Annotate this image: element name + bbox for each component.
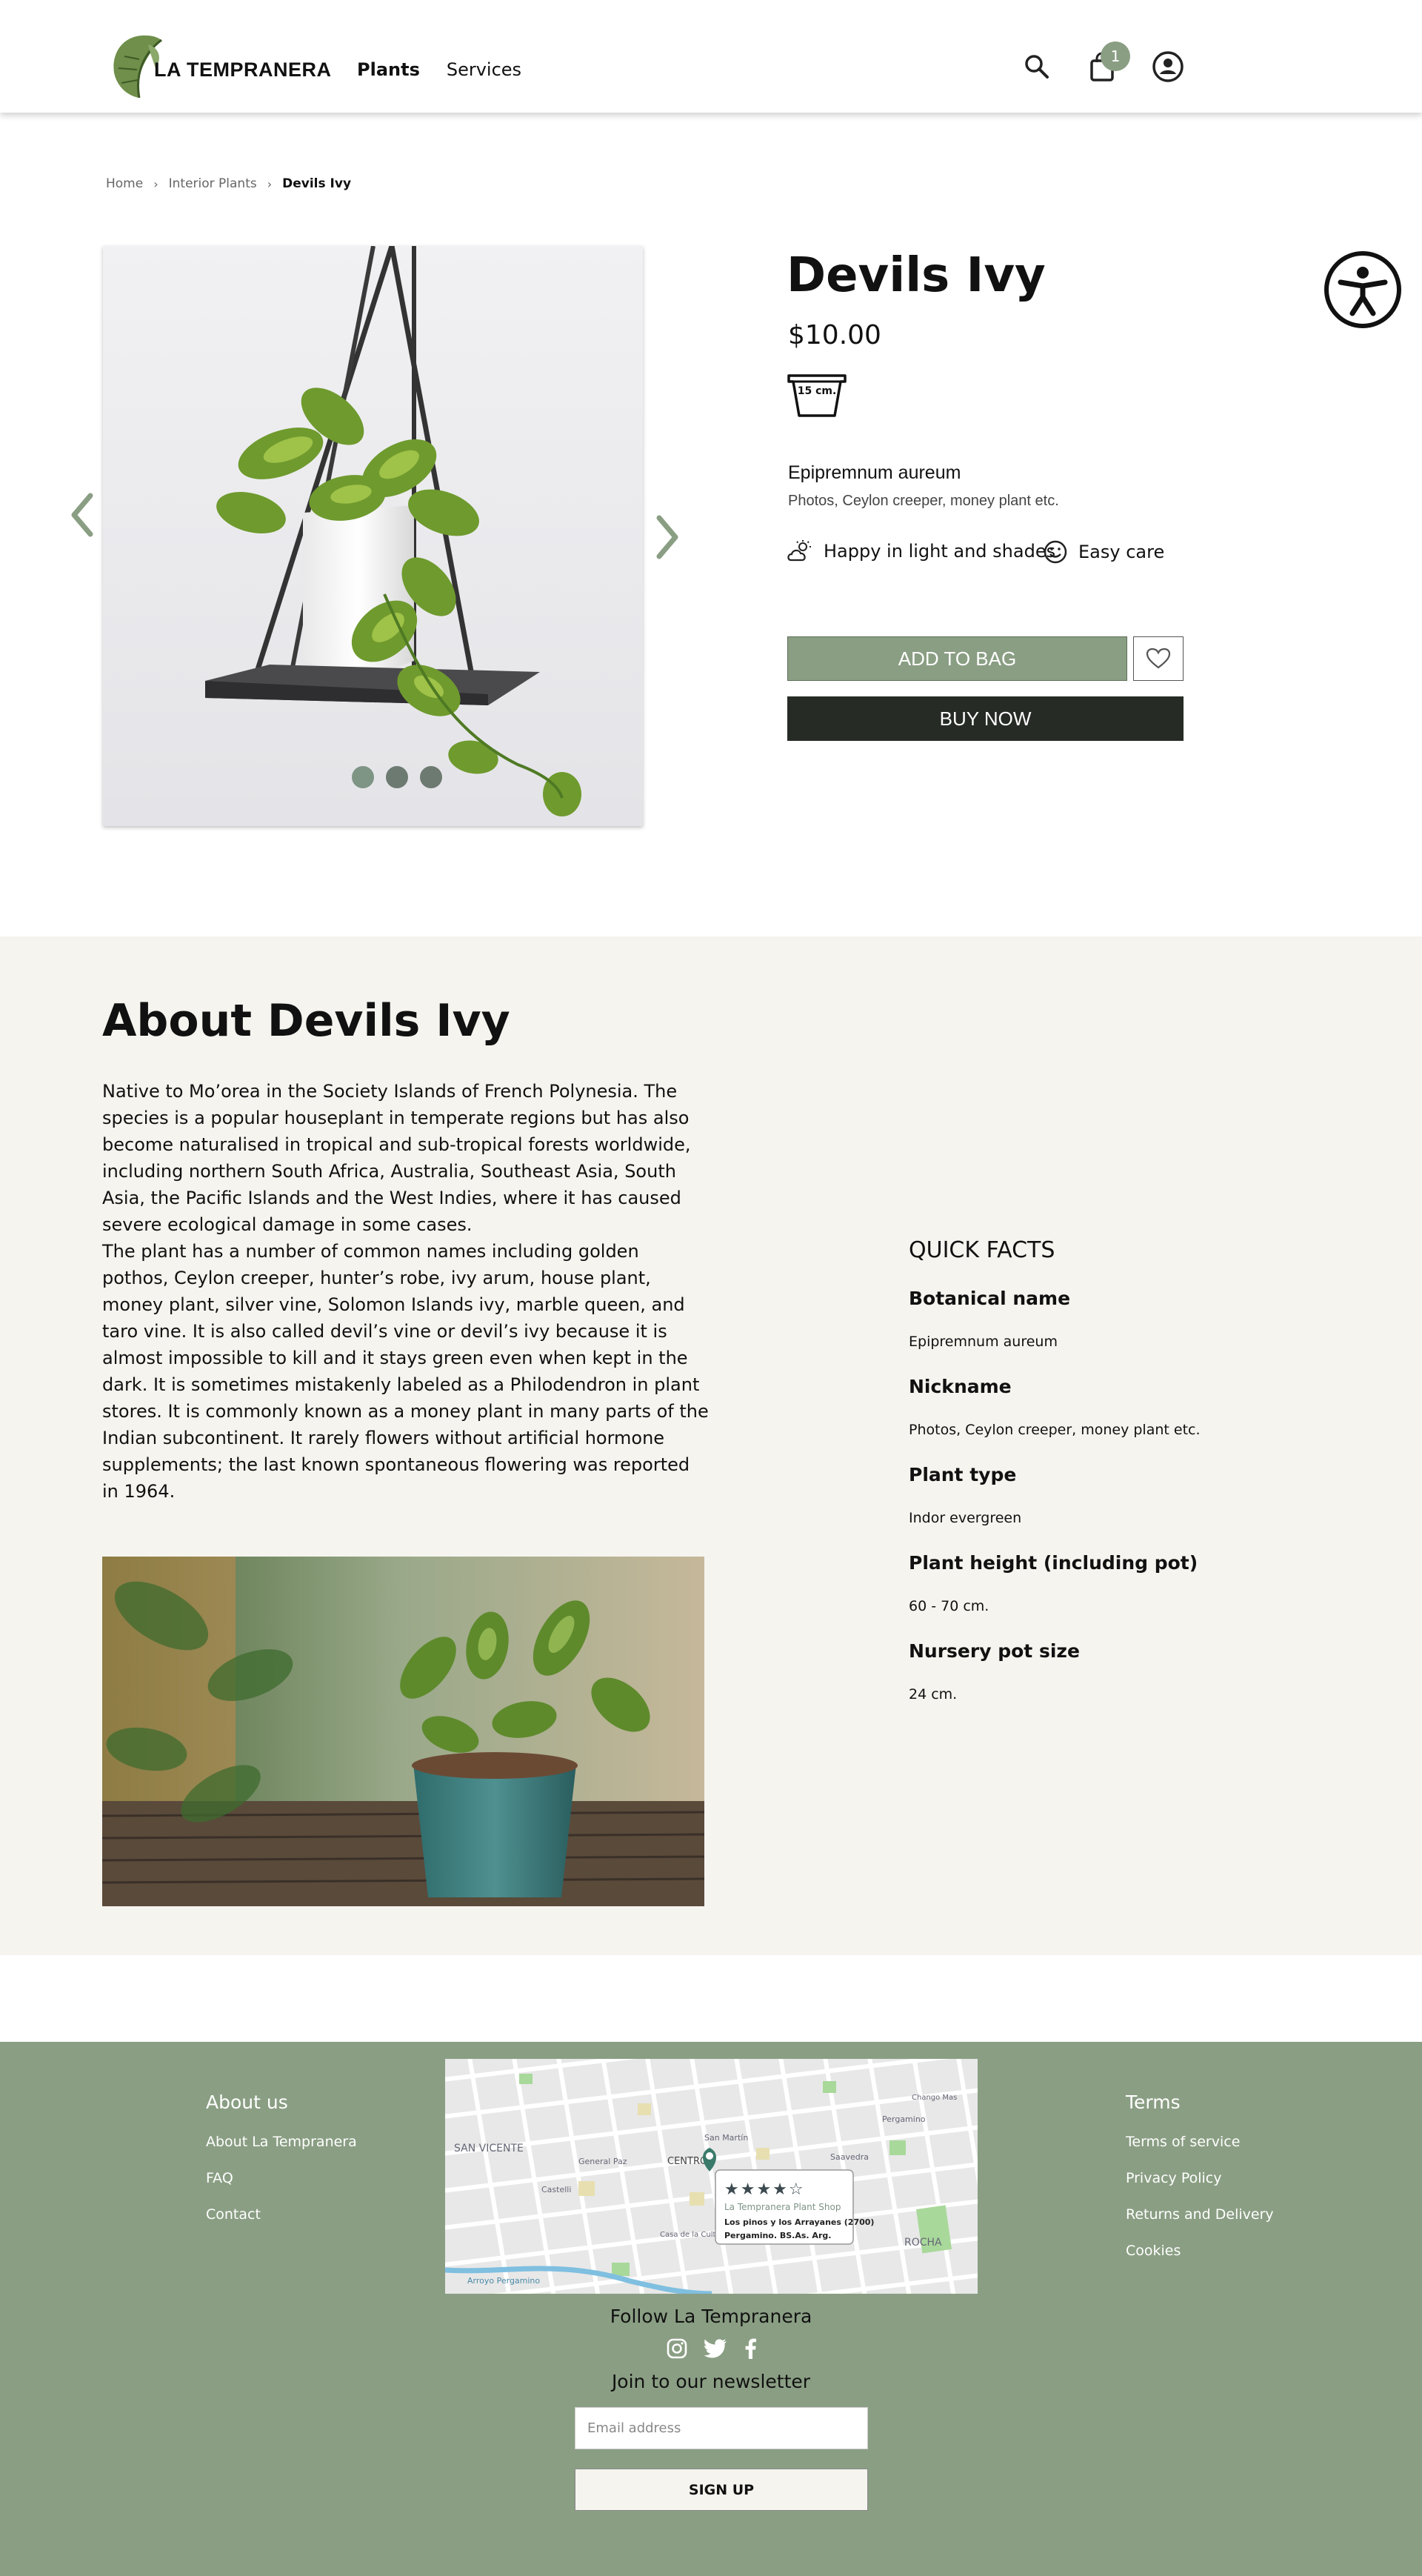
about-paragraph: The plant has a number of common names i…: [102, 1241, 709, 1502]
footer-link[interactable]: Cookies: [1126, 2243, 1181, 2259]
gallery-next-arrow-icon[interactable]: [652, 515, 681, 559]
scientific-name: Epipremnum aureum: [788, 462, 961, 483]
sign-up-button[interactable]: SIGN UP: [575, 2469, 868, 2511]
store-map[interactable]: SAN VICENTE CENTRO ROCHA San Martín Saav…: [445, 2059, 978, 2294]
footer-link[interactable]: Privacy Policy: [1126, 2170, 1221, 2186]
map-label: Chango Mas: [912, 2094, 957, 2102]
about-paragraph: Native to Mo’orea in the Society Islands…: [102, 1081, 691, 1235]
sun-cloud-icon: [787, 540, 811, 562]
fact-value: 60 - 70 cm.: [909, 1598, 989, 1614]
accessibility-icon[interactable]: [1323, 250, 1403, 330]
feature-light-label: Happy in light and shades: [824, 541, 1056, 562]
breadcrumb-current: Devils Ivy: [282, 176, 352, 191]
twitter-icon[interactable]: [704, 2338, 727, 2359]
buy-now-button[interactable]: BUY NOW: [787, 696, 1184, 741]
product-price: $10.00: [788, 320, 881, 350]
product-gallery-image: [103, 246, 643, 826]
product-title: Devils Ivy: [787, 248, 1046, 303]
map-address-line1: Los pinos y los Arrayanes (2700): [724, 2217, 875, 2227]
gallery-dot[interactable]: [352, 766, 374, 788]
footer-link[interactable]: Returns and Delivery: [1126, 2206, 1274, 2223]
map-shop-name: La Tempranera Plant Shop: [724, 2202, 841, 2212]
map-label: Arroyo Pergamino: [467, 2276, 540, 2286]
fact-value: Epipremnum aureum: [909, 1334, 1058, 1350]
map-label: General Paz: [578, 2157, 627, 2166]
fact-value: Photos, Ceylon creeper, money plant etc.: [909, 1422, 1201, 1438]
quick-facts-title: QUICK FACTS: [909, 1237, 1055, 1263]
gallery-dot[interactable]: [420, 766, 442, 788]
smiley-icon: [1044, 540, 1067, 564]
breadcrumb-interior-plants[interactable]: Interior Plants: [169, 176, 257, 191]
map-label: Saavedra: [830, 2152, 869, 2162]
fact-label: Nickname: [909, 1376, 1012, 1397]
map-label: ROCHA: [904, 2237, 942, 2249]
footer-link[interactable]: Contact: [206, 2206, 261, 2223]
heart-icon: [1146, 648, 1171, 669]
instagram-icon[interactable]: [667, 2338, 687, 2359]
email-field[interactable]: [575, 2407, 868, 2449]
map-address-line2: Pergamino. BS.As. Arg.: [724, 2231, 832, 2240]
feature-light: Happy in light and shades: [787, 539, 1055, 563]
search-icon[interactable]: [1021, 50, 1053, 83]
fact-label: Plant type: [909, 1464, 1017, 1485]
follow-label: Follow La Tempranera: [610, 2306, 812, 2327]
gallery-prev-arrow-icon[interactable]: [68, 493, 98, 537]
map-label: Pergamino: [882, 2114, 926, 2124]
footer-link[interactable]: About La Tempranera: [206, 2134, 357, 2150]
feature-easy-care: Easy care: [1043, 539, 1164, 565]
breadcrumb-home[interactable]: Home: [106, 176, 143, 191]
map-label: San Martín: [704, 2133, 748, 2143]
breadcrumb: Home › Interior Plants › Devils Ivy: [106, 176, 351, 191]
fact-label: Nursery pot size: [909, 1640, 1080, 1662]
rating-stars: ★★★★☆: [724, 2180, 805, 2199]
fact-label: Plant height (including pot): [909, 1552, 1198, 1574]
logo-text: LA TEMPRANERA: [154, 58, 332, 81]
map-label: Castelli: [541, 2185, 571, 2194]
wishlist-button[interactable]: [1133, 636, 1184, 681]
gallery-dot[interactable]: [386, 766, 408, 788]
footer-link[interactable]: Terms of service: [1126, 2134, 1240, 2150]
newsletter-label: Join to our newsletter: [611, 2371, 811, 2392]
main-nav: Plants Services: [357, 59, 521, 80]
map-label: SAN VICENTE: [454, 2143, 524, 2154]
chevron-right-icon: ›: [267, 176, 273, 191]
logo[interactable]: LA TEMPRANERA: [110, 30, 332, 101]
nav-plants[interactable]: Plants: [357, 59, 420, 80]
footer-terms-heading: Terms: [1126, 2091, 1181, 2113]
fact-value: 24 cm.: [909, 1686, 958, 1703]
about-title: About Devils Ivy: [102, 995, 510, 1047]
account-icon[interactable]: [1152, 50, 1184, 83]
social-links: [667, 2338, 757, 2359]
footer-about-heading: About us: [206, 2091, 288, 2113]
pot-size-label: 15 cm.: [797, 385, 837, 397]
nav-services[interactable]: Services: [447, 59, 521, 80]
fact-value: Indor evergreen: [909, 1510, 1022, 1526]
chevron-right-icon: ›: [153, 176, 158, 191]
facebook-icon[interactable]: [744, 2338, 757, 2359]
common-names: Photos, Ceylon creeper, money plant etc.: [788, 493, 1059, 509]
footer-link[interactable]: FAQ: [206, 2170, 233, 2186]
fact-label: Botanical name: [909, 1288, 1071, 1309]
site-header: LA TEMPRANERA Plants Services 1: [0, 0, 1422, 113]
pothos-photo: [102, 1557, 704, 1906]
add-to-bag-button[interactable]: ADD TO BAG: [787, 636, 1127, 681]
feature-easy-care-label: Easy care: [1078, 542, 1165, 562]
cart-count-badge: 1: [1101, 41, 1130, 71]
map-label: CENTRO: [667, 2156, 707, 2167]
gallery-dots: [352, 766, 442, 788]
